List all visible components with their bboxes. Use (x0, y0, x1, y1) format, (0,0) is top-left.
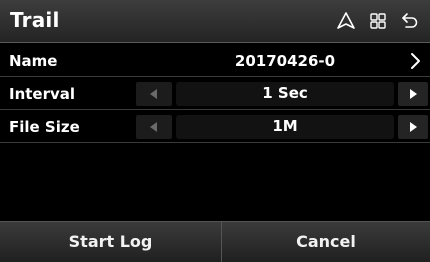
title-bar: Trail (0, 0, 430, 43)
file-size-decrease-button[interactable] (136, 115, 172, 139)
grid-menu-icon[interactable] (368, 11, 388, 31)
interval-decrease-button[interactable] (136, 82, 172, 106)
footer-bar: Start Log Cancel (0, 221, 430, 262)
name-value: 20170426-0 (234, 52, 336, 70)
cancel-button[interactable]: Cancel (222, 222, 430, 262)
chevron-right-icon[interactable] (408, 49, 424, 73)
file-size-row: File Size 1M (0, 113, 430, 143)
page-title: Trail (10, 8, 60, 32)
interval-value: 1 Sec (262, 84, 308, 102)
name-row[interactable]: Name 20170426-0 (0, 47, 430, 77)
file-size-label: File Size (9, 118, 80, 136)
navigation-arrow-icon[interactable] (336, 11, 356, 31)
file-size-increase-button[interactable] (398, 115, 428, 139)
back-icon[interactable] (400, 11, 420, 31)
interval-increase-button[interactable] (398, 82, 428, 106)
name-label: Name (9, 52, 58, 70)
file-size-value: 1M (272, 117, 298, 135)
start-log-button[interactable]: Start Log (0, 222, 221, 262)
interval-row: Interval 1 Sec (0, 80, 430, 110)
interval-label: Interval (9, 85, 76, 103)
